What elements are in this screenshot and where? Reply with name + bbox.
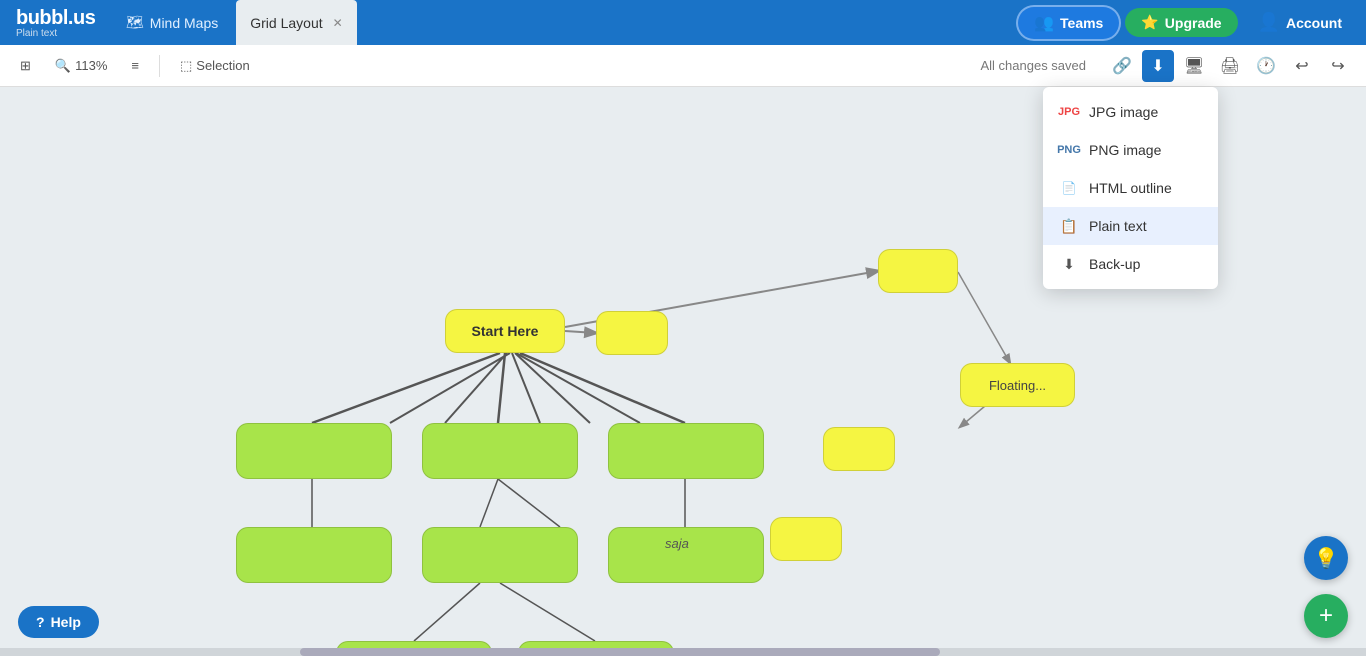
node-green-3[interactable] bbox=[608, 423, 764, 479]
history-button[interactable]: 🕐 bbox=[1250, 50, 1282, 82]
fit-icon: ⊞ bbox=[20, 58, 31, 74]
fit-button[interactable]: ⊞ bbox=[12, 54, 39, 78]
plaintext-icon: 📋 bbox=[1059, 216, 1079, 236]
dropdown-png[interactable]: PNG PNG image bbox=[1043, 131, 1218, 169]
selection-icon: ⬚ bbox=[180, 58, 192, 74]
share-button[interactable]: 🔗 bbox=[1106, 50, 1138, 82]
present-button[interactable]: 🖥 bbox=[1178, 50, 1210, 82]
close-tab-icon[interactable]: ✕ bbox=[333, 16, 343, 30]
node-green-1[interactable] bbox=[236, 423, 392, 479]
html-icon: 📄 bbox=[1059, 178, 1079, 198]
history-icon: 🕐 bbox=[1256, 56, 1276, 76]
png-icon: PNG bbox=[1059, 140, 1079, 160]
bottom-scrollbar[interactable] bbox=[0, 648, 1366, 656]
print-button[interactable]: 🖨 bbox=[1214, 50, 1246, 82]
undo-button[interactable]: ↩ bbox=[1286, 50, 1318, 82]
dropdown-jpg-label: JPG image bbox=[1089, 104, 1158, 120]
account-icon: 👤 bbox=[1258, 12, 1280, 33]
lightbulb-icon: 💡 bbox=[1314, 546, 1339, 571]
zoom-button[interactable]: 🔍 113% bbox=[47, 54, 115, 78]
node-yellow-3[interactable] bbox=[823, 427, 895, 471]
dropdown-html-label: HTML outline bbox=[1089, 180, 1172, 196]
dropdown-html[interactable]: 📄 HTML outline bbox=[1043, 169, 1218, 207]
save-status: All changes saved bbox=[980, 58, 1086, 73]
tab-grid-layout[interactable]: Grid Layout ✕ bbox=[236, 0, 356, 45]
scrollbar-thumb[interactable] bbox=[300, 648, 940, 656]
lightbulb-fab[interactable]: 💡 bbox=[1304, 536, 1348, 580]
redo-icon: ↪ bbox=[1331, 56, 1344, 76]
node-floating[interactable]: Floating... bbox=[960, 363, 1075, 407]
add-fab[interactable]: + bbox=[1304, 594, 1348, 638]
logo-area: bubbl.us Plain text bbox=[8, 5, 108, 41]
present-icon: 🖥 bbox=[1184, 56, 1204, 76]
tab-grid-layout-label: Grid Layout bbox=[250, 15, 322, 31]
selection-label: Selection bbox=[196, 58, 249, 73]
node-yellow-2[interactable] bbox=[878, 249, 958, 293]
teams-label: Teams bbox=[1060, 15, 1103, 31]
share-icon: 🔗 bbox=[1112, 56, 1132, 76]
tab-mind-maps-label: Mind Maps bbox=[150, 15, 218, 31]
toolbar-divider-1 bbox=[159, 55, 160, 77]
zoom-icon: 🔍 bbox=[55, 58, 71, 74]
top-nav: bubbl.us Plain text 🗺 Mind Maps Grid Lay… bbox=[0, 0, 1366, 45]
tab-mind-maps[interactable]: 🗺 Mind Maps bbox=[112, 0, 232, 45]
print-icon: 🖨 bbox=[1220, 56, 1240, 76]
add-icon: + bbox=[1319, 602, 1333, 630]
dropdown-png-label: PNG image bbox=[1089, 142, 1161, 158]
node-yellow-1[interactable] bbox=[596, 311, 668, 355]
undo-icon: ↩ bbox=[1295, 56, 1308, 76]
teams-button[interactable]: 👥 Teams bbox=[1016, 5, 1121, 41]
node-green-4[interactable] bbox=[236, 527, 392, 583]
zoom-level: 113% bbox=[75, 58, 107, 73]
dropdown-plaintext-label: Plain text bbox=[1089, 218, 1147, 234]
node-green-5[interactable] bbox=[422, 527, 578, 583]
help-button[interactable]: ? Help bbox=[18, 606, 99, 638]
backup-icon: ⬇ bbox=[1059, 254, 1079, 274]
upgrade-label: Upgrade bbox=[1165, 15, 1222, 31]
dropdown-backup-label: Back-up bbox=[1089, 256, 1140, 272]
hamburger-icon: ≡ bbox=[131, 58, 139, 73]
download-icon: ⬇ bbox=[1151, 56, 1164, 76]
toolbar: ⊞ 🔍 113% ≡ ⬚ Selection All changes saved… bbox=[0, 45, 1366, 87]
logo-text: bubbl.us bbox=[16, 7, 95, 30]
selection-button[interactable]: ⬚ Selection bbox=[172, 54, 258, 78]
jpg-icon: JPG bbox=[1059, 102, 1079, 122]
dropdown-backup[interactable]: ⬇ Back-up bbox=[1043, 245, 1218, 283]
node-start-label: Start Here bbox=[472, 323, 539, 339]
star-icon: ⭐ bbox=[1141, 14, 1158, 31]
toolbar-right: 🔗 ⬇ 🖥 🖨 🕐 ↩ ↪ bbox=[1106, 50, 1354, 82]
download-button[interactable]: ⬇ bbox=[1142, 50, 1174, 82]
dropdown-export-menu: JPG JPG image PNG PNG image 📄 HTML outli… bbox=[1043, 87, 1218, 289]
redo-button[interactable]: ↪ bbox=[1322, 50, 1354, 82]
node-yellow-4[interactable] bbox=[770, 517, 842, 561]
help-label: Help bbox=[51, 614, 81, 630]
help-icon: ? bbox=[36, 614, 45, 630]
mind-map-tab-icon: 🗺 bbox=[126, 14, 144, 31]
dropdown-plaintext[interactable]: 📋 Plain text bbox=[1043, 207, 1218, 245]
node-start-here[interactable]: Start Here bbox=[445, 309, 565, 353]
node-green-2[interactable] bbox=[422, 423, 578, 479]
node-floating-label: Floating... bbox=[989, 378, 1046, 393]
dropdown-jpg[interactable]: JPG JPG image bbox=[1043, 93, 1218, 131]
teams-icon: 👥 bbox=[1034, 13, 1054, 33]
logo-subtext: Plain text bbox=[16, 28, 57, 39]
hamburger-button[interactable]: ≡ bbox=[123, 54, 147, 77]
upgrade-button[interactable]: ⭐ Upgrade bbox=[1125, 8, 1237, 37]
account-label: Account bbox=[1286, 15, 1342, 31]
saja-text: saja bbox=[665, 536, 689, 551]
account-button[interactable]: 👤 Account bbox=[1242, 6, 1358, 39]
